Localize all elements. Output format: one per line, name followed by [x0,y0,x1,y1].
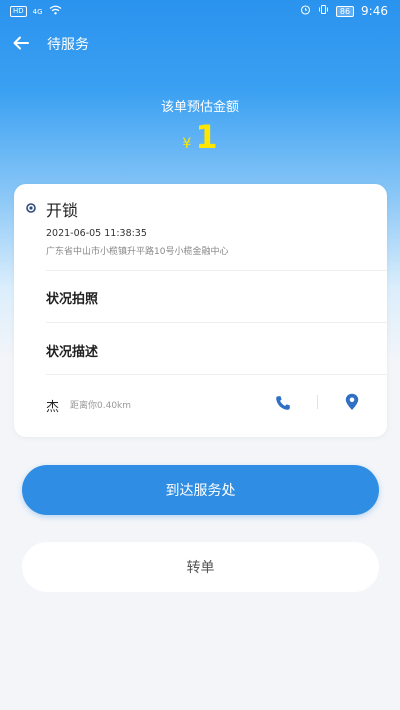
back-arrow-icon[interactable] [10,32,32,54]
divider [46,374,387,375]
nav-bar: 待服务 [0,28,400,60]
battery-indicator: 86 [335,5,355,17]
alarm-icon [300,4,311,18]
signal-text: 4G [32,7,43,16]
divider [46,322,387,323]
photo-row[interactable]: 状况拍照 [46,288,98,307]
service-dot-icon [26,203,36,213]
page-title: 待服务 [47,37,89,53]
location-pin-icon[interactable] [342,391,362,413]
divider [46,270,387,271]
arrive-service-button[interactable]: 到达服务处 [22,465,379,515]
action-divider [317,395,318,409]
estimate-amount: ¥1 [0,118,400,156]
description-row[interactable]: 状况描述 [46,341,98,360]
service-address: 广东省中山市小榄镇升平路10号小榄金融中心 [46,247,229,257]
phone-icon[interactable] [272,392,294,414]
hd-badge: HD [10,6,27,17]
order-card: 开锁 2021-06-05 11:38:35 广东省中山市小榄镇升平路10号小榄… [14,184,387,437]
transfer-order-button[interactable]: 转单 [22,542,379,592]
service-name: 开锁 [46,201,79,220]
customer-distance: 距离你0.40km [70,401,132,411]
currency-symbol: ¥ [182,136,192,152]
vibrate-icon [318,4,329,18]
estimate-label: 该单预估金额 [160,100,239,115]
wifi-icon [49,5,62,18]
amount-value: 1 [195,118,218,156]
customer-name: 杰 [46,400,60,415]
clock: 9:46 [361,4,388,18]
order-time: 2021-06-05 11:38:35 [46,228,147,239]
status-bar: HD 4G 86 9:46 [0,0,400,24]
